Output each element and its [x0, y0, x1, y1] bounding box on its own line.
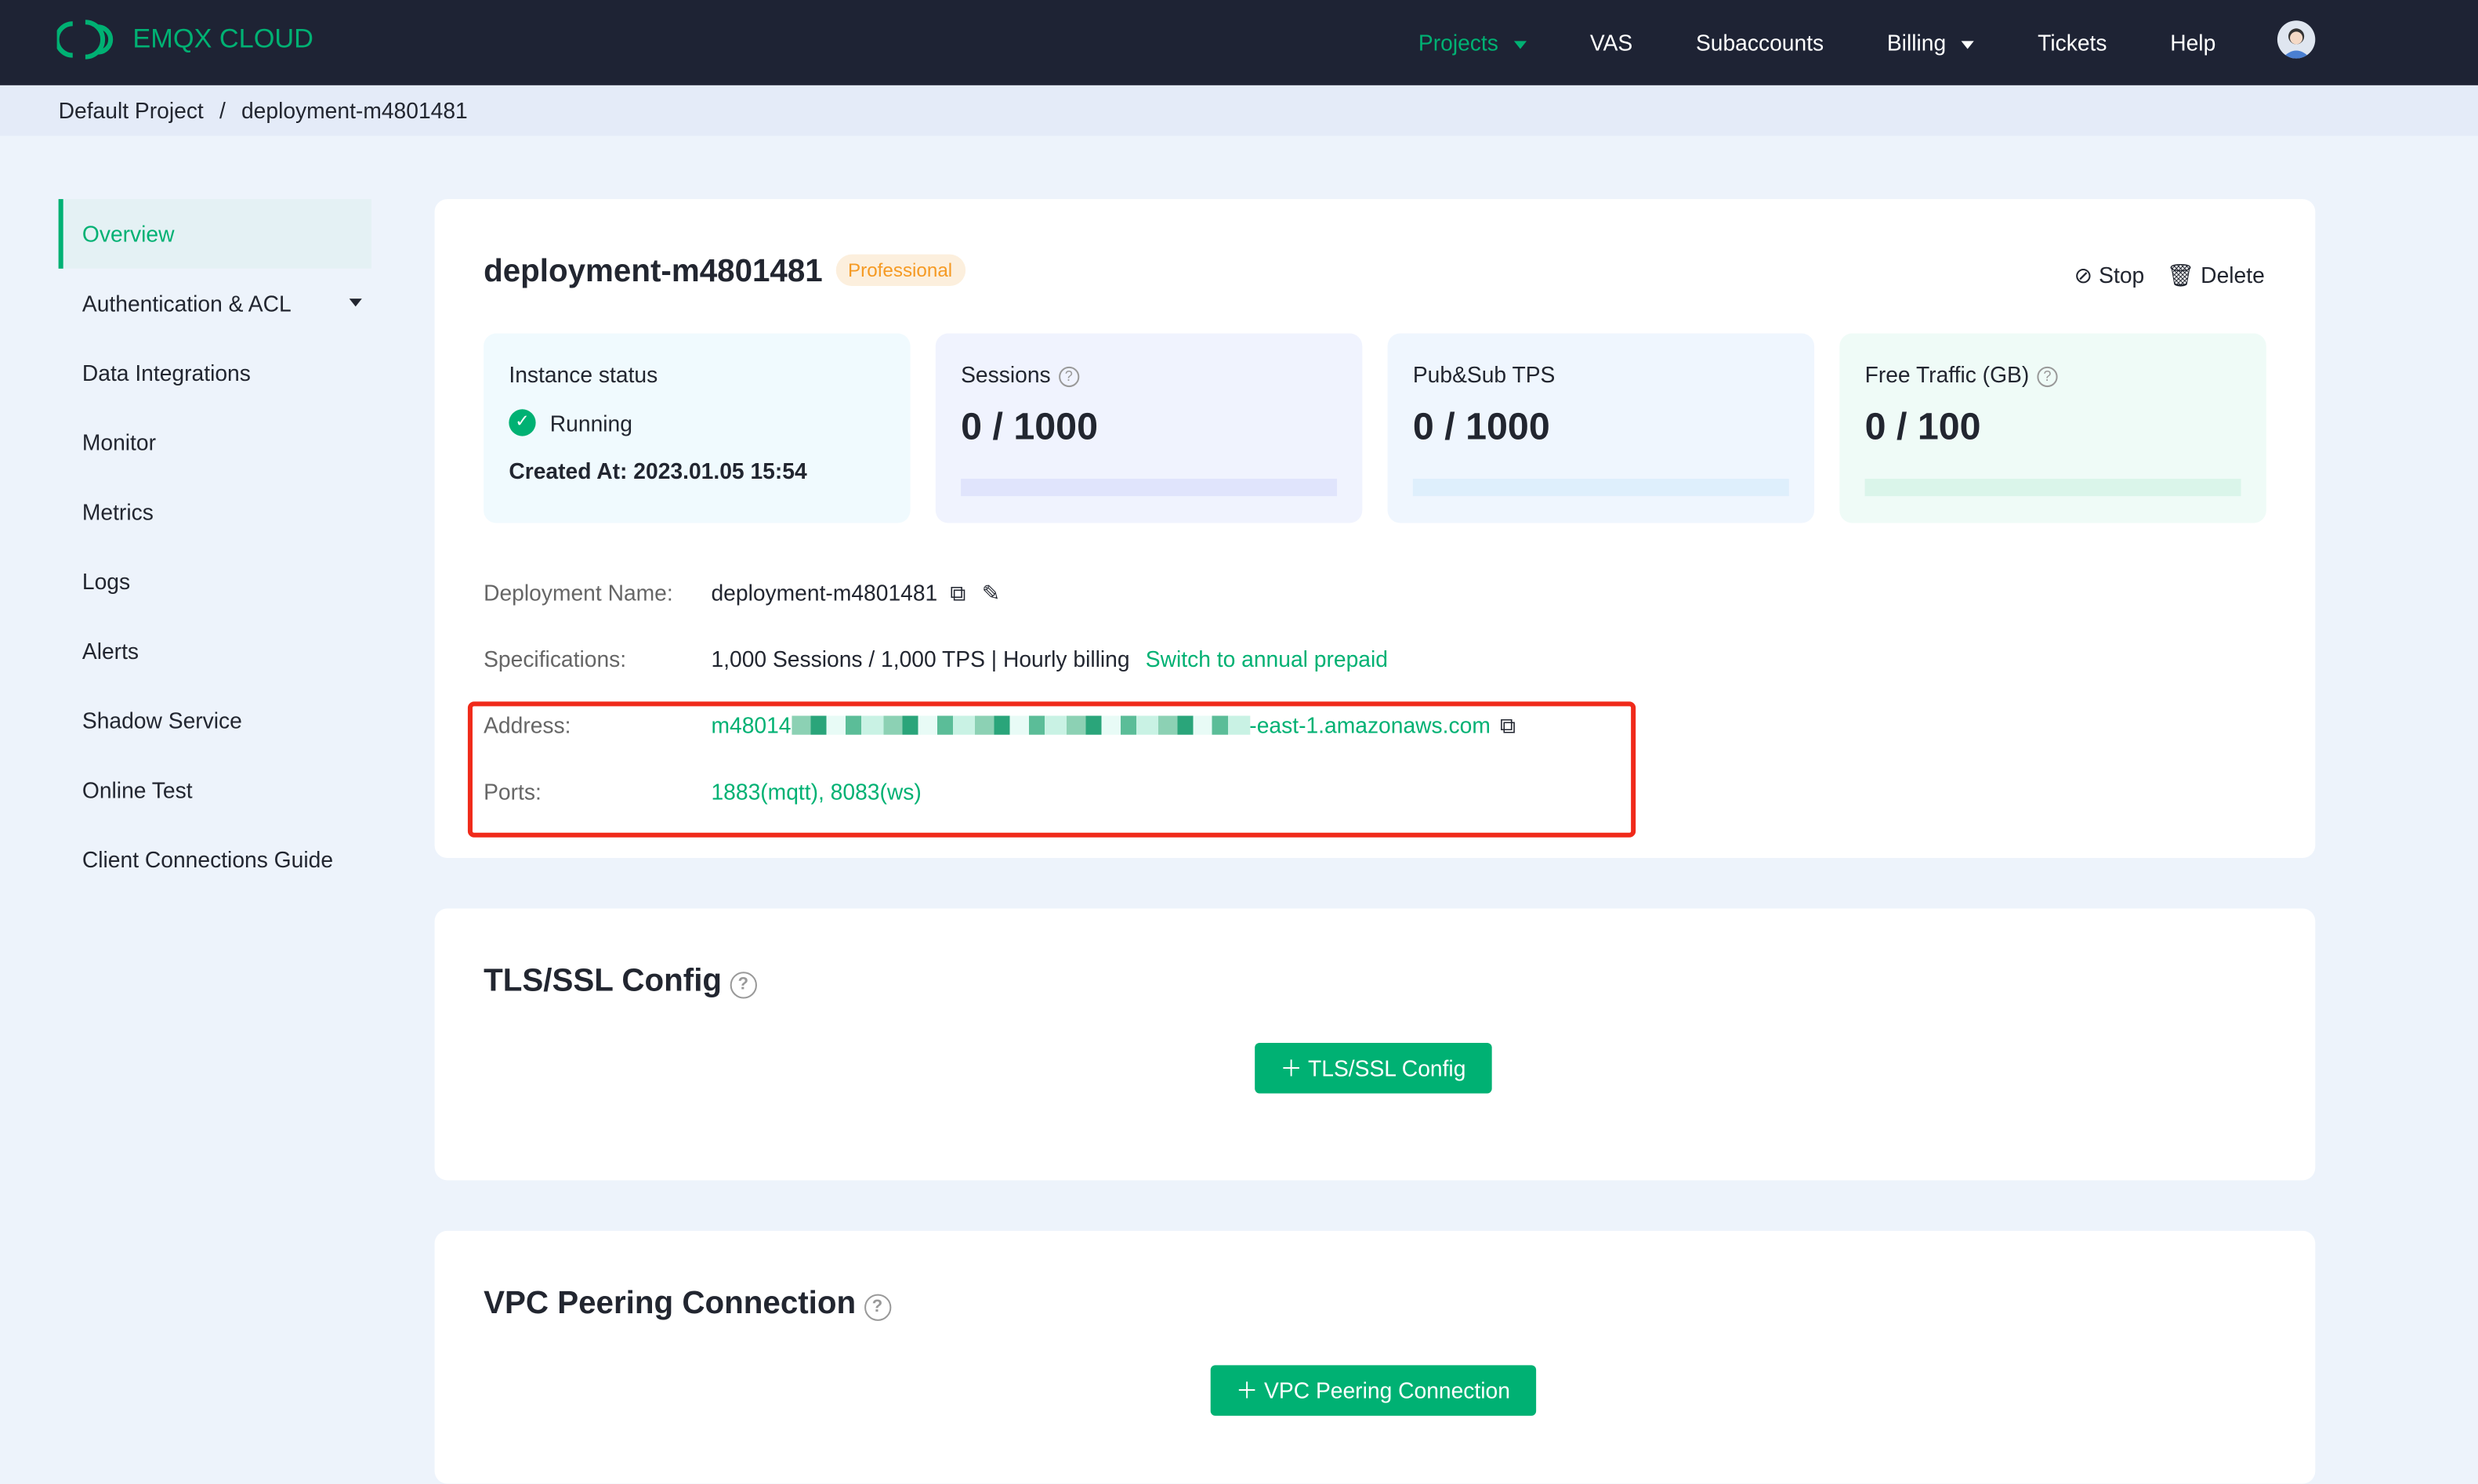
stat-label: Pub&Sub TPS — [1412, 361, 1556, 388]
sidebar-item-data-integrations[interactable]: Data Integrations — [59, 338, 371, 408]
status-text: Running — [549, 410, 632, 436]
ports-row: Ports: 1883(mqtt), 8083(ws) — [484, 779, 922, 804]
delete-button[interactable]: 🗑 Delete — [2166, 262, 2264, 289]
breadcrumb: Default Project / deployment-m4801481 — [0, 85, 2478, 136]
sidebar-item-overview[interactable]: Overview — [58, 199, 371, 269]
traffic-card: Free Traffic (GB)? 0 / 100 — [1839, 333, 2266, 523]
brand-name: EMQX CLOUD — [132, 24, 313, 54]
section-title: TLS/SSL Config? — [484, 964, 757, 1000]
caret-down-icon — [1514, 41, 1527, 49]
breadcrumb-project[interactable]: Default Project — [59, 98, 204, 123]
sidebar-item-shadow-service[interactable]: Shadow Service — [59, 686, 371, 755]
button-label: TLS/SSL Config — [1308, 1055, 1466, 1081]
emqx-logo-icon — [56, 20, 114, 60]
nav-subaccounts[interactable]: Subaccounts — [1696, 30, 1824, 55]
switch-annual-link[interactable]: Switch to annual prepaid — [1146, 646, 1388, 671]
section-title: VPC Peering Connection? — [484, 1286, 891, 1323]
specifications-value: 1,000 Sessions / 1,000 TPS | Hourly bill… — [711, 646, 1130, 672]
delete-label: Delete — [2201, 262, 2265, 288]
help-icon[interactable]: ? — [864, 1294, 891, 1321]
nav-label: Billing — [1886, 30, 1947, 56]
vpc-title: VPC Peering Connection — [484, 1286, 857, 1321]
stat-value: 0 / 100 — [1864, 406, 1981, 449]
nav-label: Projects — [1418, 30, 1498, 56]
sidebar-item-alerts[interactable]: Alerts — [59, 616, 371, 686]
brand-logo[interactable]: EMQX CLOUD — [56, 19, 313, 60]
tls-card: TLS/SSL Config? ＋ TLS/SSL Config — [434, 908, 2316, 1181]
help-icon[interactable]: ? — [730, 972, 757, 999]
stat-label: Sessions — [961, 361, 1051, 388]
check-circle-icon: ✓ — [509, 409, 536, 436]
plan-badge: Professional — [835, 254, 965, 287]
stat-label: Instance status — [509, 361, 658, 388]
sidebar-item-logs[interactable]: Logs — [59, 547, 371, 617]
sessions-progress-bar — [961, 479, 1338, 497]
breadcrumb-deployment: deployment-m4801481 — [241, 98, 468, 124]
page-title: deployment-m4801481 Professional — [484, 254, 965, 291]
top-navbar: EMQX CLOUD Projects VAS Subaccounts Bill… — [0, 0, 2478, 85]
created-at: Created At: 2023.01.05 15:54 — [509, 458, 807, 484]
nav-tickets[interactable]: Tickets — [2038, 30, 2107, 55]
tls-title: TLS/SSL Config — [484, 964, 723, 999]
instance-status-card: Instance status ✓ Running Created At: 202… — [484, 333, 911, 523]
deployment-name-value: deployment-m4801481 — [711, 580, 938, 606]
overview-card: deployment-m4801481 Professional ⊘ Stop 🗑… — [434, 199, 2316, 859]
trash-icon: 🗑 — [2166, 262, 2195, 288]
sidebar-item-label: Authentication & ACL — [82, 291, 292, 317]
sidebar-item-authentication-acl[interactable]: Authentication & ACL — [59, 269, 371, 338]
add-vpc-button[interactable]: ＋ VPC Peering Connection — [1210, 1365, 1536, 1416]
nav-vas[interactable]: VAS — [1590, 30, 1632, 55]
tps-card: Pub&Sub TPS 0 / 1000 — [1387, 333, 1815, 523]
add-tls-button[interactable]: ＋ TLS/SSL Config — [1255, 1042, 1491, 1094]
status-row: ✓ Running — [509, 409, 885, 436]
help-icon[interactable]: ? — [1058, 366, 1079, 388]
caret-down-icon — [1962, 41, 1975, 49]
nav-help[interactable]: Help — [2170, 30, 2215, 55]
redacted-region — [791, 715, 1250, 735]
breadcrumb-separator: / — [219, 98, 226, 124]
field-label: Address: — [484, 712, 571, 738]
ports-value: 1883(mqtt), 8083(ws) — [711, 779, 922, 805]
field-label: Ports: — [484, 779, 542, 805]
plus-icon: ＋ — [1280, 1055, 1302, 1081]
stat-value: 0 / 1000 — [1412, 406, 1550, 449]
sidebar-item-client-connections-guide[interactable]: Client Connections Guide — [59, 825, 371, 895]
sidebar-item-metrics[interactable]: Metrics — [59, 477, 371, 547]
deployment-actions: ⊘ Stop 🗑 Delete — [2074, 262, 2265, 289]
field-label: Deployment Name: — [484, 580, 673, 606]
button-label: VPC Peering Connection — [1264, 1377, 1510, 1403]
traffic-progress-bar — [1864, 479, 2241, 497]
stop-label: Stop — [2099, 262, 2145, 288]
address-row: Address: m48014 -east-1.amazonaws.com ⧉ — [484, 712, 1516, 739]
plus-icon: ＋ — [1235, 1377, 1259, 1403]
stop-button[interactable]: ⊘ Stop — [2074, 262, 2145, 289]
nav-billing[interactable]: Billing — [1886, 30, 1975, 56]
main-nav: Projects VAS Subaccounts Billing Tickets… — [1418, 0, 2215, 85]
address-prefix: m48014 — [711, 712, 792, 738]
help-icon[interactable]: ? — [2037, 366, 2058, 388]
stat-value: 0 / 1000 — [961, 406, 1099, 449]
sessions-card: Sessions? 0 / 1000 — [935, 333, 1363, 523]
address-value: m48014 -east-1.amazonaws.com — [711, 712, 1490, 739]
field-label: Specifications: — [484, 646, 627, 672]
specifications-row: Specifications: 1,000 Sessions / 1,000 TP… — [484, 646, 1388, 671]
stop-icon: ⊘ — [2074, 262, 2093, 288]
sidebar-item-online-test[interactable]: Online Test — [59, 755, 371, 825]
edit-icon[interactable]: ✎ — [982, 580, 1001, 606]
tps-progress-bar — [1412, 479, 1789, 497]
deployment-name-row: Deployment Name: deployment-m4801481 ⧉ ✎ — [484, 580, 1000, 606]
nav-projects[interactable]: Projects — [1418, 30, 1527, 56]
sidebar-item-monitor[interactable]: Monitor — [59, 407, 371, 477]
copy-icon[interactable]: ⧉ — [950, 580, 965, 606]
user-avatar[interactable] — [2277, 20, 2316, 59]
address-suffix: -east-1.amazonaws.com — [1249, 712, 1491, 738]
caret-down-icon — [349, 299, 362, 307]
user-icon — [2281, 28, 2311, 59]
copy-icon[interactable]: ⧉ — [1500, 712, 1516, 739]
stat-label: Free Traffic (GB) — [1864, 361, 2030, 388]
deployment-title: deployment-m4801481 — [484, 254, 823, 290]
vpc-card: VPC Peering Connection? ＋ VPC Peering Co… — [434, 1230, 2316, 1484]
sidebar: Overview Authentication & ACL Data Integ… — [58, 199, 371, 895]
